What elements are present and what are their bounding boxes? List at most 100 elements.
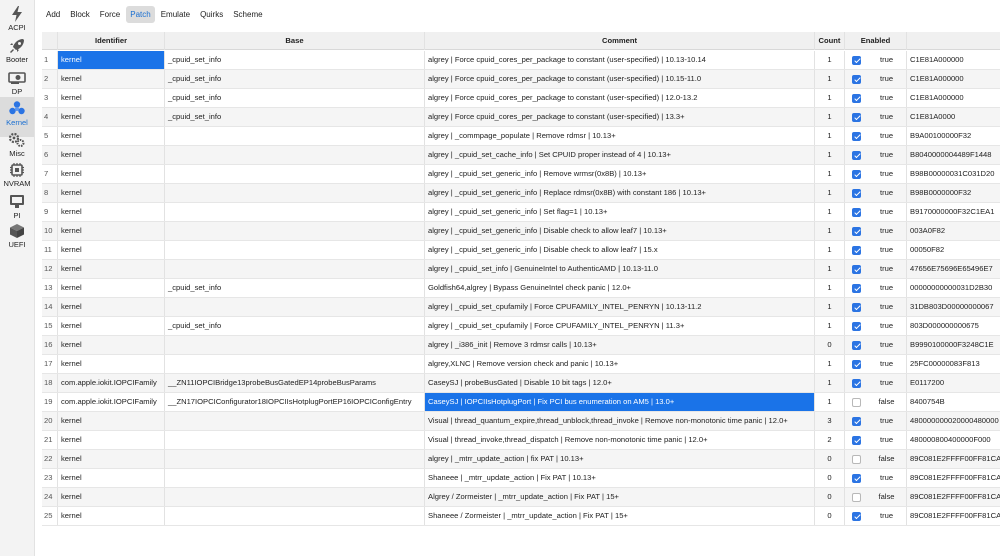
table-row[interactable]: 5 kernel algrey | _commpage_populate | Rem… bbox=[42, 127, 1000, 146]
enabled-checkbox[interactable] bbox=[852, 416, 861, 426]
table-row[interactable]: 22 kernel algrey | _mtrr_update_action | f… bbox=[42, 450, 1000, 469]
tab-add[interactable]: Add bbox=[42, 6, 64, 23]
find-cell[interactable]: 8400754B bbox=[907, 393, 1000, 411]
enabled-checkbox[interactable] bbox=[852, 245, 861, 255]
comment-cell[interactable]: algrey,XLNC | Remove version check and p… bbox=[425, 355, 815, 373]
table-row[interactable]: 8 kernel algrey | _cpuid_set_generic_info … bbox=[42, 184, 1000, 203]
enabled-checkbox[interactable] bbox=[852, 55, 861, 65]
comment-cell[interactable]: algrey | _cpuid_set_cpufamily | Force CP… bbox=[425, 298, 815, 316]
comment-cell[interactable]: algrey | Force cpuid_cores_per_package t… bbox=[425, 51, 815, 69]
find-cell[interactable]: 25FC00000083F813 bbox=[907, 355, 1000, 373]
find-cell[interactable]: C1E81A000000 bbox=[907, 89, 1000, 107]
count-cell[interactable]: 1 bbox=[815, 146, 845, 164]
tab-force[interactable]: Force bbox=[96, 6, 124, 23]
base-cell[interactable] bbox=[165, 260, 425, 278]
table-row[interactable]: 3 kernel _cpuid_set_info algrey | Force cpu… bbox=[42, 89, 1000, 108]
base-cell[interactable]: __ZN11IOPCIBridge13probeBusGatedEP14prob… bbox=[165, 374, 425, 392]
comment-cell[interactable]: algrey | _cpuid_set_info | GenuineIntel … bbox=[425, 260, 815, 278]
base-cell[interactable] bbox=[165, 298, 425, 316]
tab-quirks[interactable]: Quirks bbox=[196, 6, 227, 23]
table-row[interactable]: 14 kernel algrey | _cpuid_set_cpufamily | … bbox=[42, 298, 1000, 317]
identifier-cell[interactable]: kernel bbox=[58, 222, 165, 240]
comment-cell[interactable]: algrey | Force cpuid_cores_per_package t… bbox=[425, 89, 815, 107]
identifier-cell[interactable]: kernel bbox=[58, 431, 165, 449]
enabled-checkbox[interactable] bbox=[852, 397, 861, 407]
table-row[interactable]: 1 kernel _cpuid_set_info algrey | Force cpu… bbox=[42, 51, 1000, 70]
count-cell[interactable]: 1 bbox=[815, 374, 845, 392]
base-cell[interactable]: _cpuid_set_info bbox=[165, 317, 425, 335]
identifier-cell[interactable]: kernel bbox=[58, 450, 165, 468]
find-cell[interactable]: 00050F82 bbox=[907, 241, 1000, 259]
base-cell[interactable] bbox=[165, 488, 425, 506]
identifier-cell[interactable]: kernel bbox=[58, 507, 165, 525]
identifier-cell[interactable]: kernel bbox=[58, 203, 165, 221]
identifier-cell[interactable]: kernel bbox=[58, 51, 165, 69]
table-row[interactable]: 2 kernel _cpuid_set_info algrey | Force cpu… bbox=[42, 70, 1000, 89]
find-cell[interactable]: 89C081E2FFFF00FF81CA bbox=[907, 469, 1000, 487]
table-row[interactable]: 24 kernel Algrey / Zormeister | _mtrr_upda… bbox=[42, 488, 1000, 507]
tab-scheme[interactable]: Scheme bbox=[229, 6, 266, 23]
count-cell[interactable]: 1 bbox=[815, 70, 845, 88]
enabled-checkbox[interactable] bbox=[852, 169, 861, 179]
enabled-checkbox[interactable] bbox=[852, 340, 861, 350]
identifier-cell[interactable]: kernel bbox=[58, 336, 165, 354]
base-cell[interactable]: _cpuid_set_info bbox=[165, 89, 425, 107]
count-cell[interactable]: 1 bbox=[815, 89, 845, 107]
table-row[interactable]: 16 kernel algrey | _i386_init | Remove 3 r… bbox=[42, 336, 1000, 355]
count-cell[interactable]: 0 bbox=[815, 469, 845, 487]
enabled-checkbox[interactable] bbox=[852, 264, 861, 274]
identifier-cell[interactable]: com.apple.iokit.IOPCIFamily bbox=[58, 374, 165, 392]
find-cell[interactable]: C1E81A0000 bbox=[907, 108, 1000, 126]
enabled-checkbox[interactable] bbox=[852, 74, 861, 84]
identifier-cell[interactable]: kernel bbox=[58, 469, 165, 487]
enabled-checkbox[interactable] bbox=[852, 93, 861, 103]
count-cell[interactable]: 1 bbox=[815, 393, 845, 411]
comment-cell[interactable]: algrey | _mtrr_update_action | fix PAT |… bbox=[425, 450, 815, 468]
base-cell[interactable]: _cpuid_set_info bbox=[165, 70, 425, 88]
comment-cell[interactable]: Visual | thread_invoke,thread_dispatch |… bbox=[425, 431, 815, 449]
comment-cell[interactable]: algrey | Force cpuid_cores_per_package t… bbox=[425, 108, 815, 126]
identifier-cell[interactable]: kernel bbox=[58, 241, 165, 259]
table-row[interactable]: 19 com.apple.iokit.IOPCIFamily __ZN17IOPCI… bbox=[42, 393, 1000, 412]
identifier-cell[interactable]: kernel bbox=[58, 89, 165, 107]
count-cell[interactable]: 0 bbox=[815, 507, 845, 525]
find-cell[interactable]: 31DB803D00000000067 bbox=[907, 298, 1000, 316]
base-cell[interactable]: _cpuid_set_info bbox=[165, 51, 425, 69]
comment-cell[interactable]: algrey | _cpuid_set_generic_info | Set f… bbox=[425, 203, 815, 221]
comment-cell[interactable]: algrey | _cpuid_set_generic_info | Repla… bbox=[425, 184, 815, 202]
table-row[interactable]: 21 kernel Visual | thread_invoke,thread_di… bbox=[42, 431, 1000, 450]
base-cell[interactable] bbox=[165, 469, 425, 487]
sidebar-item-uefi[interactable]: UEFI bbox=[0, 219, 34, 259]
enabled-checkbox[interactable] bbox=[852, 283, 861, 293]
tab-patch[interactable]: Patch bbox=[126, 6, 155, 23]
count-cell[interactable]: 1 bbox=[815, 108, 845, 126]
table-row[interactable]: 6 kernel algrey | _cpuid_set_cache_info | … bbox=[42, 146, 1000, 165]
find-cell[interactable]: B8040000004489F1448 bbox=[907, 146, 1000, 164]
enabled-checkbox[interactable] bbox=[852, 226, 861, 236]
find-cell[interactable]: 47656E75696E65496E7 bbox=[907, 260, 1000, 278]
count-cell[interactable]: 1 bbox=[815, 317, 845, 335]
identifier-cell[interactable]: kernel bbox=[58, 412, 165, 430]
header-identifier[interactable]: Identifier bbox=[58, 32, 165, 50]
identifier-cell[interactable]: com.apple.iokit.IOPCIFamily bbox=[58, 393, 165, 411]
base-cell[interactable] bbox=[165, 165, 425, 183]
enabled-checkbox[interactable] bbox=[852, 454, 861, 464]
base-cell[interactable] bbox=[165, 412, 425, 430]
table-row[interactable]: 15 kernel _cpuid_set_info algrey | _cpuid_s… bbox=[42, 317, 1000, 336]
enabled-checkbox[interactable] bbox=[852, 188, 861, 198]
comment-cell[interactable]: algrey | _cpuid_set_cache_info | Set CPU… bbox=[425, 146, 815, 164]
table-row[interactable]: 25 kernel Shaneee / Zormeister | _mtrr_upd… bbox=[42, 507, 1000, 526]
find-cell[interactable]: C1E81A000000 bbox=[907, 70, 1000, 88]
count-cell[interactable]: 1 bbox=[815, 203, 845, 221]
find-cell[interactable]: 89C081E2FFFF00FF81CA bbox=[907, 507, 1000, 525]
base-cell[interactable] bbox=[165, 127, 425, 145]
find-cell[interactable]: 480000000020000480000 bbox=[907, 412, 1000, 430]
count-cell[interactable]: 1 bbox=[815, 279, 845, 297]
base-cell[interactable] bbox=[165, 184, 425, 202]
identifier-cell[interactable]: kernel bbox=[58, 298, 165, 316]
comment-cell[interactable]: Visual | thread_quantum_expire,thread_un… bbox=[425, 412, 815, 430]
tab-block[interactable]: Block bbox=[66, 6, 94, 23]
count-cell[interactable]: 1 bbox=[815, 355, 845, 373]
find-cell[interactable]: 003A0F82 bbox=[907, 222, 1000, 240]
identifier-cell[interactable]: kernel bbox=[58, 108, 165, 126]
